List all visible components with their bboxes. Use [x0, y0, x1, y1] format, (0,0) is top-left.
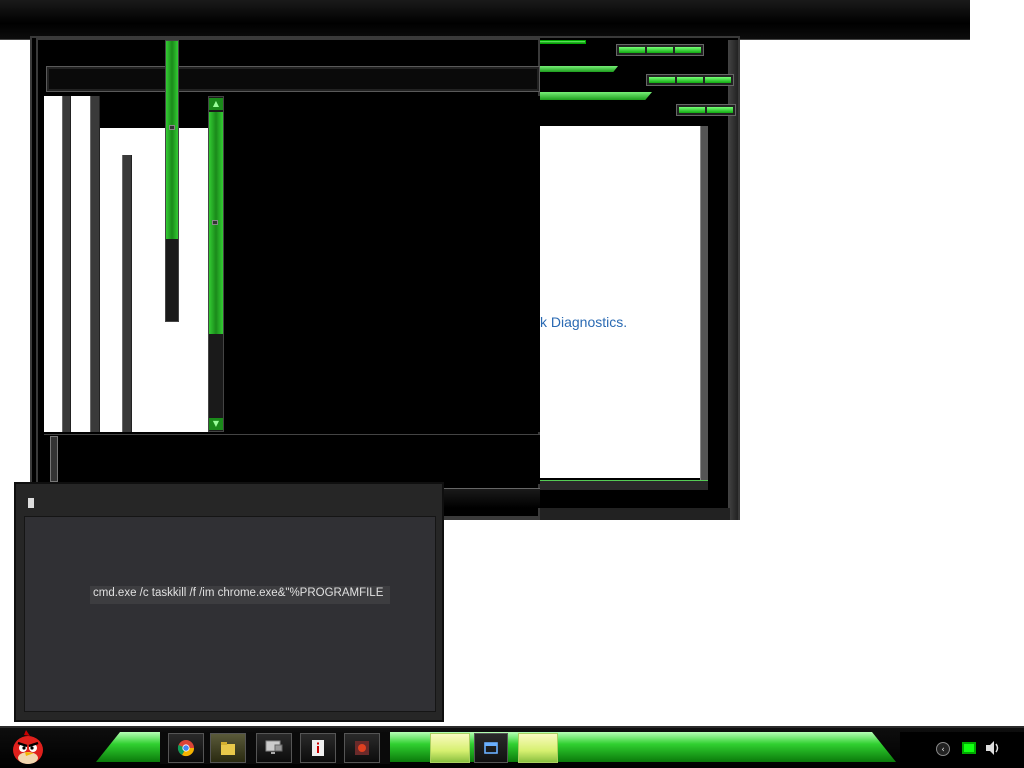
header-slant-bar-2	[540, 92, 652, 100]
navigation-pane	[44, 96, 224, 432]
pane-header-dark	[100, 96, 224, 128]
network-icon[interactable]	[962, 742, 976, 754]
window-controls-2[interactable]	[646, 74, 734, 86]
header-slant-bar-1	[540, 66, 618, 72]
diagnostics-link[interactable]: k Diagnostics.	[540, 314, 627, 330]
window-controls-3[interactable]	[676, 104, 736, 116]
taskbar-window-switch[interactable]	[474, 733, 508, 763]
folder-icon	[221, 742, 235, 755]
pane-divider-2[interactable]	[90, 96, 100, 432]
volume-icon[interactable]	[984, 740, 1002, 756]
taskbar-remote-desktop[interactable]	[256, 733, 292, 763]
details-pane-handle[interactable]	[50, 436, 58, 482]
taskbar-app[interactable]	[344, 733, 380, 763]
content-scrollbar-grip	[212, 220, 218, 225]
background-window-bottom-edge	[540, 508, 730, 520]
angry-bird-icon[interactable]	[10, 728, 46, 766]
details-pane	[44, 434, 540, 484]
pane-divider-1[interactable]	[62, 96, 71, 432]
taskbar-chrome[interactable]	[168, 733, 204, 763]
taskbar-slot-1[interactable]	[430, 733, 470, 763]
background-window-footer	[540, 480, 708, 490]
pane-divider-3[interactable]	[122, 155, 132, 432]
taskbar-slot-2[interactable]	[518, 733, 558, 763]
info-icon	[312, 740, 324, 756]
run-dialog-title-icon	[28, 498, 34, 508]
nav-scrollbar-thumb[interactable]	[166, 41, 178, 239]
taskbar-info[interactable]	[300, 733, 336, 763]
nav-scrollbar-grip	[169, 125, 175, 130]
window-controls-1[interactable]	[616, 44, 704, 56]
background-window-content	[540, 126, 700, 478]
scroll-down-icon[interactable]: ▼	[209, 418, 223, 430]
scroll-up-icon[interactable]: ▲	[209, 98, 223, 110]
top-title-strip	[0, 0, 970, 40]
taskbar-explorer[interactable]	[210, 733, 246, 763]
window-icon	[484, 742, 498, 754]
file-list-area[interactable]	[224, 96, 540, 432]
command-text[interactable]: cmd.exe /c taskkill /f /im chrome.exe&"%…	[90, 586, 390, 604]
back-arrow-icon[interactable]: ‹	[936, 742, 950, 756]
address-bar[interactable]	[46, 66, 540, 92]
background-window-scrollbar[interactable]	[700, 126, 708, 488]
chrome-icon	[177, 740, 195, 757]
app-icon	[355, 741, 369, 755]
monitor-icon	[265, 740, 283, 754]
run-dialog-body	[24, 516, 436, 712]
